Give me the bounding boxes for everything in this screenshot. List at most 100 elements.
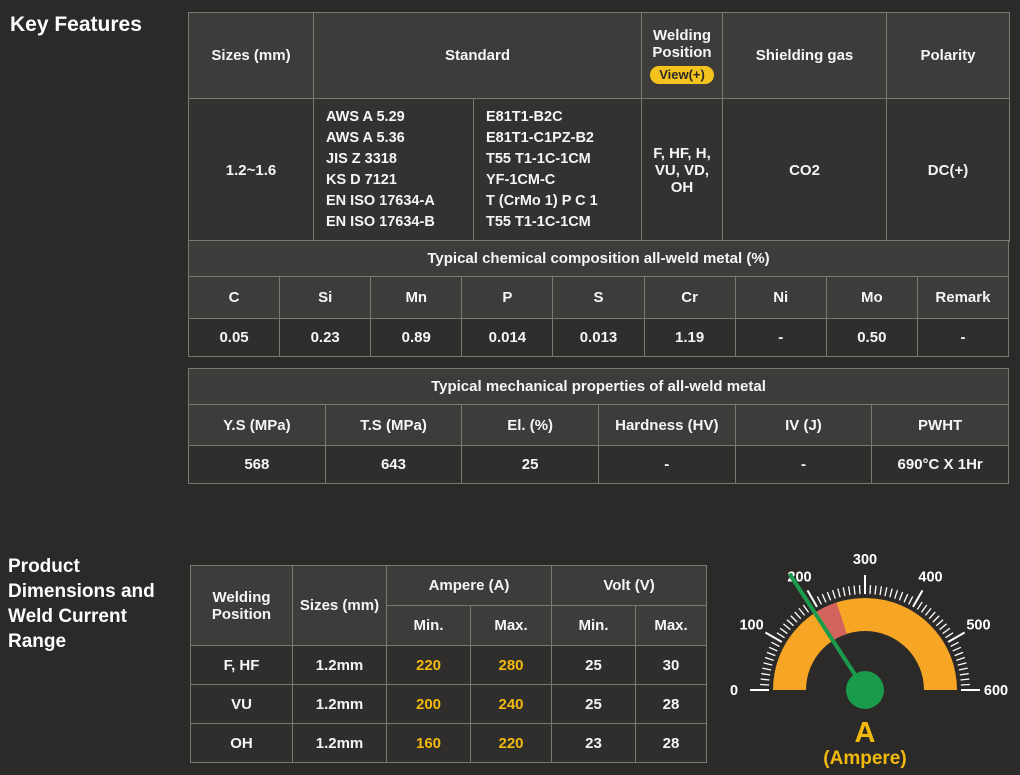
table-row: OH 1.2mm 160 220 23 28: [190, 723, 708, 763]
mech-value-hardness: -: [597, 445, 736, 484]
classification-item: YF-1CM-C: [486, 172, 556, 188]
spec-header-welding-position: Welding Position View(+): [641, 12, 724, 99]
chem-value-c: 0.05: [187, 318, 281, 357]
weld-current-table: Welding Position Sizes (mm) Ampere (A) V…: [190, 565, 708, 763]
standard-item: EN ISO 17634-A: [326, 193, 435, 209]
table-row: F, HF 1.2mm 220 280 25 30: [190, 645, 708, 685]
chem-col-p: P: [461, 276, 554, 319]
spec-header-sizes: Sizes (mm): [188, 12, 314, 99]
row-amp-min: 200: [386, 684, 471, 724]
chem-col-s: S: [552, 276, 645, 319]
gauge-caption: A (Ampere): [715, 718, 1015, 769]
mech-value-el: 25: [461, 445, 599, 484]
mech-col-el: El. (%): [461, 404, 599, 446]
mech-value-ts: 643: [324, 445, 463, 484]
chem-value-mo: 0.50: [825, 318, 918, 357]
table-row: VU 1.2mm 200 240 25 28: [190, 684, 708, 724]
chem-col-cr: Cr: [643, 276, 736, 319]
mech-col-hardness: Hardness (HV): [597, 404, 736, 446]
welding-position-label: Welding Position: [652, 27, 712, 61]
mechanical-properties-table: Typical mechanical properties of all-wel…: [188, 368, 1009, 484]
standard-item: AWS A 5.29: [326, 109, 405, 125]
spec-polarity-value: DC(+): [886, 98, 1011, 242]
key-features-heading: Key Features: [10, 13, 142, 36]
spec-header-shielding-gas: Shielding gas: [722, 12, 888, 99]
spec-header-standard: Standard: [312, 12, 643, 99]
mech-col-pwht: PWHT: [871, 404, 1009, 446]
mech-value-pwht: 690°C X 1Hr: [871, 445, 1009, 484]
row-size: 1.2mm: [292, 645, 387, 685]
row-position: F, HF: [190, 645, 293, 685]
svg-text:100: 100: [739, 618, 763, 634]
classification-item: E81T1-B2C: [486, 109, 563, 125]
current-header-sizes: Sizes (mm): [292, 565, 387, 646]
row-amp-max: 240: [469, 684, 553, 724]
row-amp-min: 220: [386, 645, 471, 685]
chemical-composition-table: Typical chemical composition all-weld me…: [187, 240, 1010, 357]
mech-col-iv: IV (J): [734, 404, 873, 446]
row-amp-max: 220: [469, 723, 553, 763]
chem-col-mo: Mo: [825, 276, 918, 319]
chem-value-cr: 1.19: [643, 318, 736, 357]
standard-item: KS D 7121: [326, 172, 397, 188]
spec-table: Sizes (mm) Standard Welding Position Vie…: [188, 12, 1011, 242]
mech-value-ys: 568: [188, 445, 326, 484]
mechanical-table-title: Typical mechanical properties of all-wel…: [188, 368, 1009, 405]
chem-value-p: 0.014: [461, 318, 554, 357]
spec-classifications-list: E81T1-B2C E81T1-C1PZ-B2 T55 T1-1C-1CM YF…: [472, 98, 643, 242]
svg-text:0: 0: [730, 683, 738, 699]
chem-col-si: Si: [279, 276, 372, 319]
product-dimensions-heading: Product Dimensions and Weld Current Rang…: [8, 556, 155, 652]
row-volt-min: 25: [551, 645, 637, 685]
ampere-gauge: 0100200300400500600: [730, 552, 1008, 709]
chem-value-s: 0.013: [552, 318, 645, 357]
svg-text:600: 600: [984, 683, 1008, 699]
view-positions-button[interactable]: View(+): [650, 66, 714, 84]
spec-standards-list: AWS A 5.29 AWS A 5.36 JIS Z 3318 KS D 71…: [313, 98, 474, 242]
row-volt-max: 28: [635, 684, 708, 724]
gauge-center-hub: [846, 671, 884, 709]
chem-col-remark: Remark: [916, 276, 1010, 319]
mech-value-iv: -: [734, 445, 873, 484]
classification-item: T (CrMo 1) P C 1: [486, 193, 598, 209]
classification-item: T55 T1-1C-1CM: [486, 151, 591, 167]
mech-col-ys: Y.S (MPa): [188, 404, 326, 446]
row-volt-min: 25: [551, 684, 637, 724]
chem-col-mn: Mn: [370, 276, 463, 319]
gauge-unit-label: A: [854, 717, 876, 749]
chem-col-ni: Ni: [734, 276, 827, 319]
gauge-unit-name: (Ampere): [823, 748, 907, 769]
row-volt-min: 23: [551, 723, 637, 763]
spec-sizes-value: 1.2~1.6: [188, 98, 314, 242]
table-row: 0.05 0.23 0.89 0.014 0.013 1.19 - 0.50 -: [187, 318, 1010, 357]
current-header-volt: Volt (V): [551, 565, 708, 606]
standard-item: EN ISO 17634-B: [326, 214, 435, 230]
row-size: 1.2mm: [292, 684, 387, 724]
spec-shielding-gas-value: CO2: [722, 98, 888, 242]
chem-value-remark: -: [916, 318, 1010, 357]
row-amp-max: 280: [469, 645, 553, 685]
spec-welding-position-value: F, HF, H, VU, VD, OH: [641, 98, 724, 242]
standard-item: AWS A 5.36: [326, 130, 405, 146]
row-position: VU: [190, 684, 293, 724]
current-header-ampere: Ampere (A): [385, 565, 553, 606]
standard-item: JIS Z 3318: [326, 151, 397, 167]
chem-value-mn: 0.89: [370, 318, 463, 357]
current-header-amp-max: Max.: [469, 605, 553, 646]
table-row: 568 643 25 - - 690°C X 1Hr: [188, 445, 1009, 484]
row-amp-min: 160: [386, 723, 471, 763]
svg-text:300: 300: [853, 552, 877, 568]
current-header-amp-min: Min.: [386, 605, 471, 646]
classification-item: E81T1-C1PZ-B2: [486, 130, 594, 146]
row-position: OH: [190, 723, 293, 763]
spec-header-polarity: Polarity: [886, 12, 1011, 99]
current-header-volt-max: Max.: [635, 605, 708, 646]
current-header-volt-min: Min.: [551, 605, 637, 646]
chemical-table-title: Typical chemical composition all-weld me…: [188, 240, 1009, 277]
chem-value-si: 0.23: [279, 318, 372, 357]
svg-text:400: 400: [918, 570, 942, 586]
svg-text:500: 500: [966, 618, 990, 634]
chem-value-ni: -: [734, 318, 827, 357]
classification-item: T55 T1-1C-1CM: [486, 214, 591, 230]
row-size: 1.2mm: [292, 723, 387, 763]
